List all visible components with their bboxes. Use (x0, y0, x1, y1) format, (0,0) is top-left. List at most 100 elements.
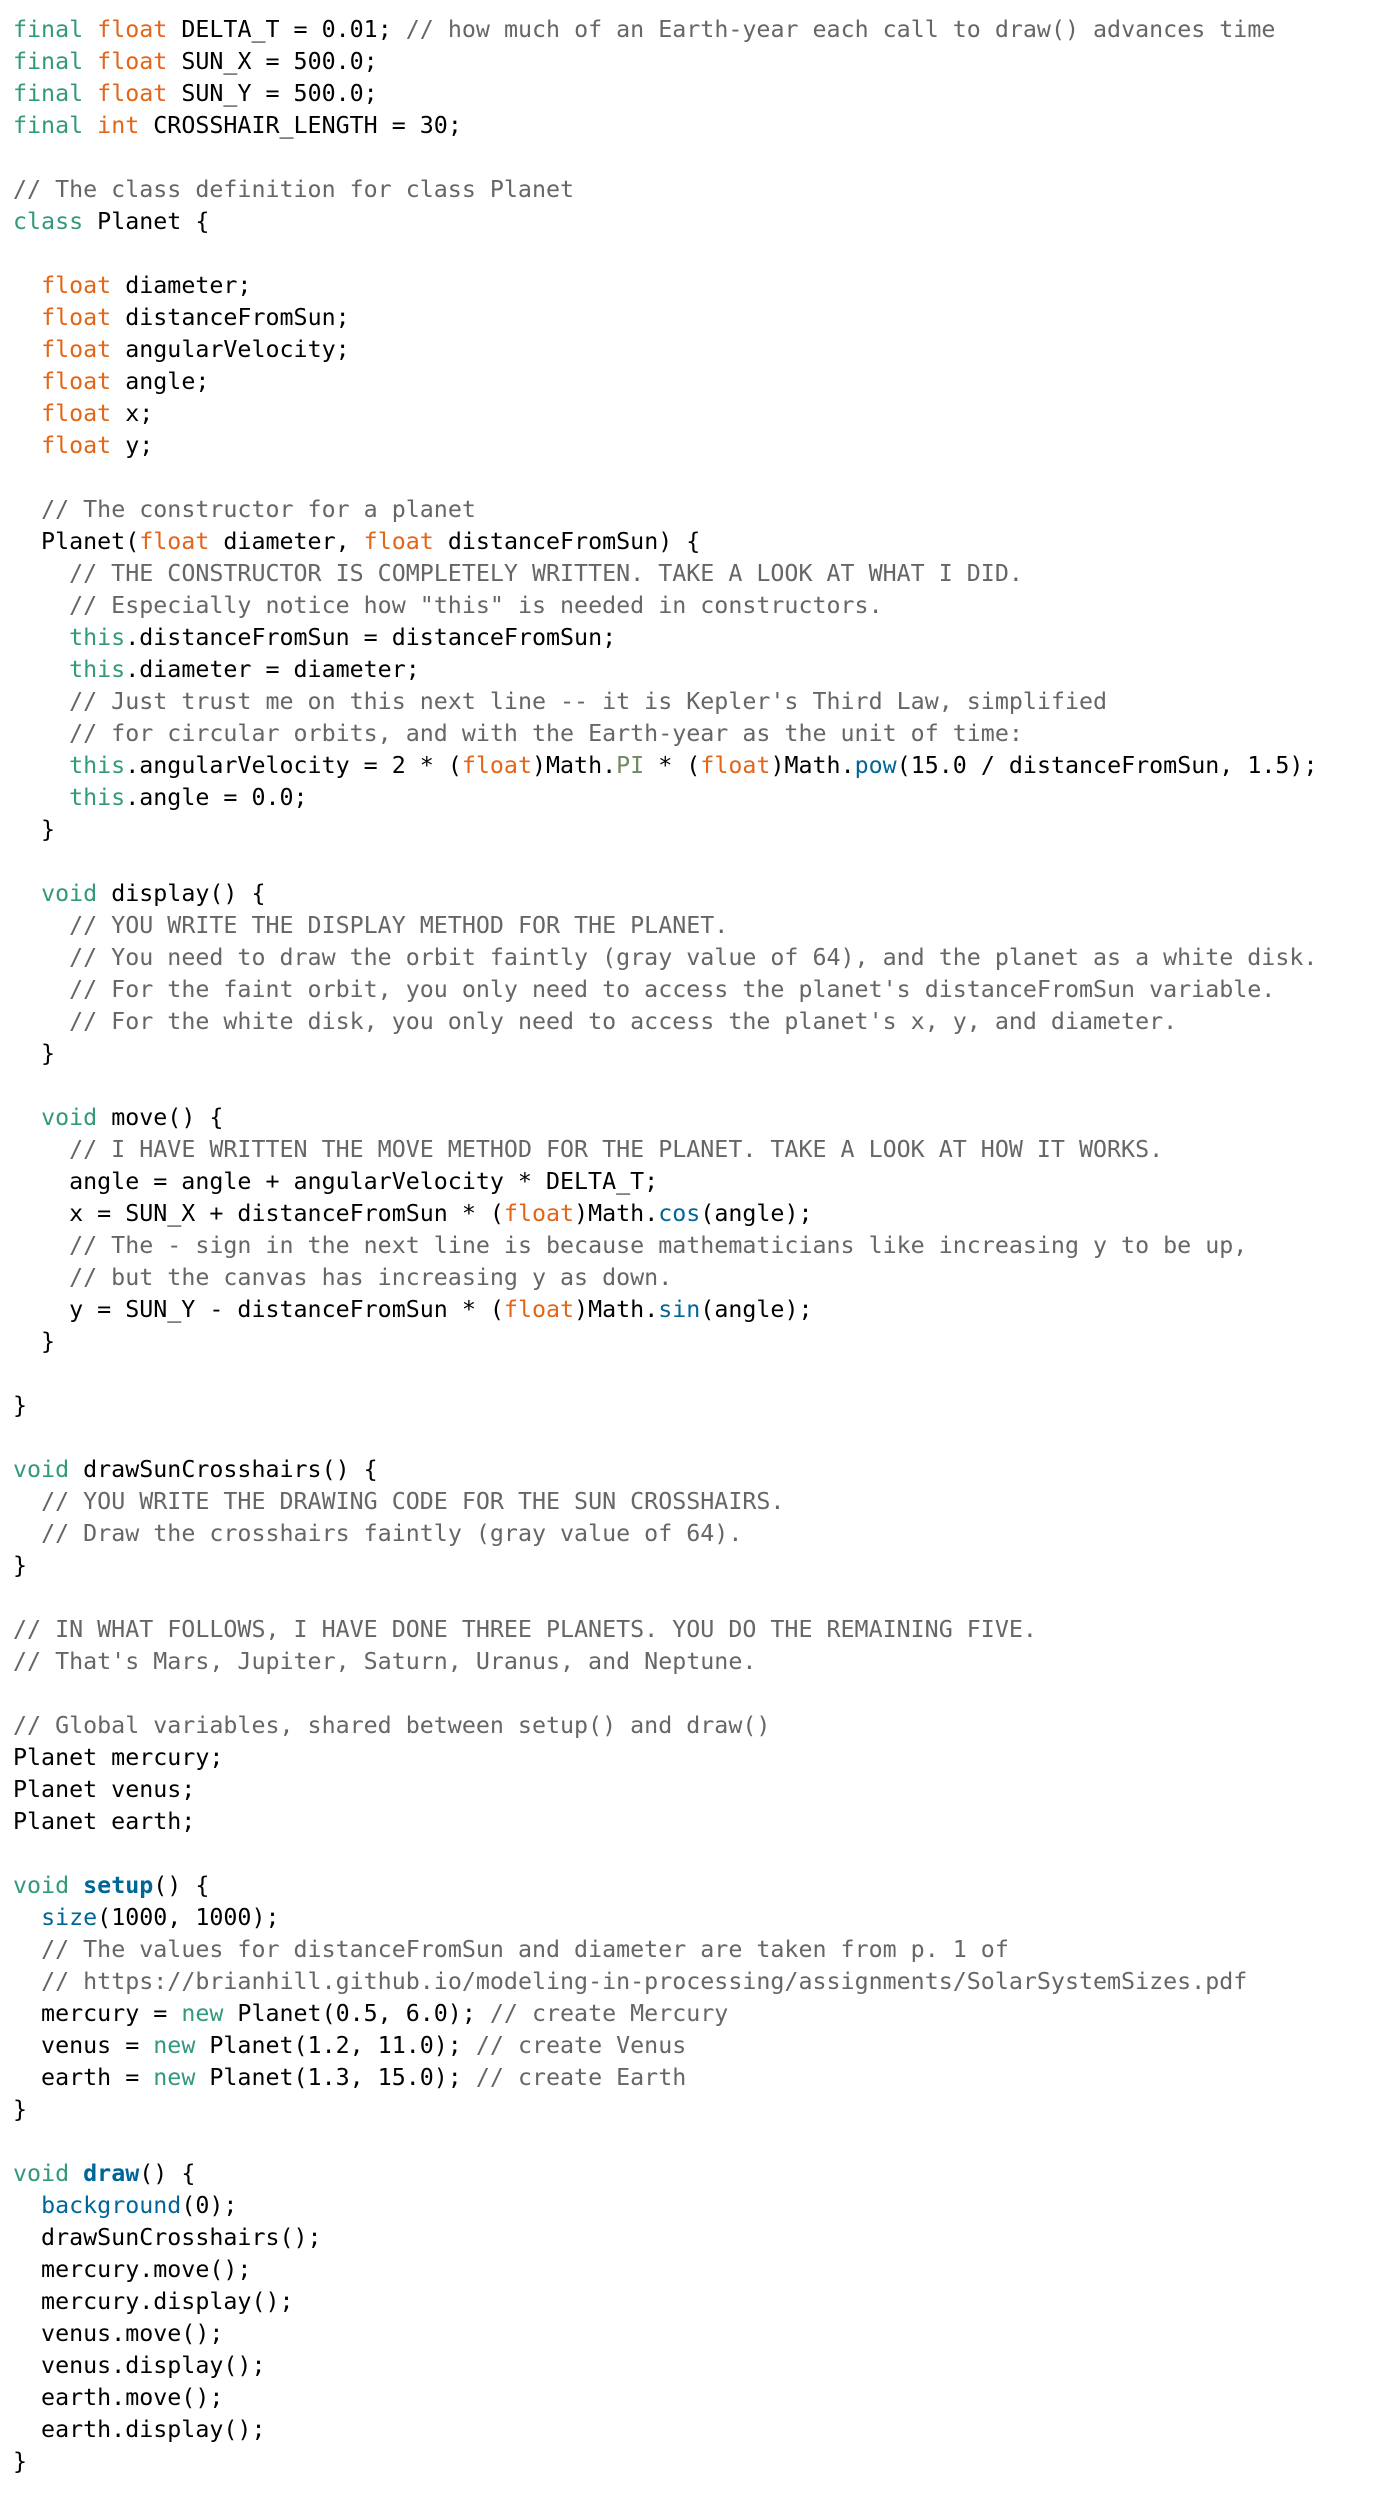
code-text: earth.display(); (13, 2416, 266, 2443)
keyword: this (69, 784, 126, 811)
type-keyword: float (503, 1200, 575, 1227)
type-keyword: float (363, 528, 434, 555)
code-line: Planet mercury; (13, 1742, 1317, 1774)
type-keyword: float (139, 528, 210, 555)
code-line: } (13, 814, 1317, 846)
code-line: // For the white disk, you only need to … (13, 1006, 1317, 1038)
builtin-constant: PI (616, 752, 645, 779)
code-text: } (13, 1328, 56, 1355)
code-line: drawSunCrosshairs(); (13, 2222, 1317, 2254)
code-text: (15.0 / distanceFromSun, 1.5); (896, 752, 1318, 779)
code-text: venus = (13, 2032, 154, 2059)
keyword: final (13, 48, 84, 75)
code-line: this.distanceFromSun = distanceFromSun; (13, 622, 1317, 654)
code-line: // Especially notice how "this" is neede… (13, 590, 1317, 622)
code-text: .angularVelocity = 2 * ( (125, 752, 462, 779)
code-text: distanceFromSun; (111, 304, 350, 331)
code-comment: // Draw the crosshairs faintly (gray val… (41, 1520, 743, 1547)
type-keyword: float (41, 368, 112, 395)
code-text: move() { (97, 1104, 224, 1131)
code-comment: // IN WHAT FOLLOWS, I HAVE DONE THREE PL… (13, 1616, 1037, 1643)
code-line: // The - sign in the next line is becaus… (13, 1230, 1317, 1262)
code-line: void draw() { (13, 2158, 1317, 2190)
code-line: final float SUN_Y = 500.0; (13, 78, 1317, 110)
code-comment: // Just trust me on this next line -- it… (69, 688, 1108, 715)
code-text: x; (111, 400, 154, 427)
code-line: class Planet { (13, 206, 1317, 238)
code-line: } (13, 1326, 1317, 1358)
code-text: Planet mercury; (13, 1744, 224, 1771)
code-line: // but the canvas has increasing y as do… (13, 1262, 1317, 1294)
type-keyword: float (41, 304, 112, 331)
code-text: } (13, 816, 56, 843)
code-text: DELTA_T = 0.01; (167, 16, 406, 43)
code-line: void move() { (13, 1102, 1317, 1134)
code-line: // You need to draw the orbit faintly (g… (13, 942, 1317, 974)
code-line: // The values for distanceFromSun and di… (13, 1934, 1317, 1966)
code-line: venus.display(); (13, 2350, 1317, 2382)
code-text: )Math. (574, 1296, 659, 1323)
keyword: void (41, 1104, 98, 1131)
code-line: void setup() { (13, 1870, 1317, 1902)
code-line: float distanceFromSun; (13, 302, 1317, 334)
type-keyword: float (41, 432, 112, 459)
code-line: mercury.display(); (13, 2286, 1317, 2318)
code-text: venus.display(); (13, 2352, 266, 2379)
code-line: // Just trust me on this next line -- it… (13, 686, 1317, 718)
code-line: float angle; (13, 366, 1317, 398)
builtin-function: cos (658, 1200, 701, 1227)
code-line: mercury.move(); (13, 2254, 1317, 2286)
code-comment: // The values for distanceFromSun and di… (41, 1936, 1009, 1963)
code-text: .distanceFromSun = distanceFromSun; (125, 624, 617, 651)
code-text: Planet(1.2, 11.0); (195, 2032, 476, 2059)
code-comment: // create Venus (475, 2032, 687, 2059)
code-text: diameter, (209, 528, 364, 555)
code-line: // THE CONSTRUCTOR IS COMPLETELY WRITTEN… (13, 558, 1317, 590)
code-line: float angularVelocity; (13, 334, 1317, 366)
code-text: earth = (13, 2064, 154, 2091)
keyword: void (13, 1872, 70, 1899)
type-keyword: float (97, 80, 168, 107)
code-text: * ( (644, 752, 701, 779)
code-text: } (13, 1552, 28, 1579)
builtin-function: pow (854, 752, 897, 779)
code-line: venus = new Planet(1.2, 11.0); // create… (13, 2030, 1317, 2062)
code-text: (angle); (700, 1200, 813, 1227)
code-text: (0); (181, 2192, 238, 2219)
code-comment: // The constructor for a planet (41, 496, 476, 523)
code-comment: // create Mercury (489, 2000, 729, 2027)
code-line: x = SUN_X + distanceFromSun * (float)Mat… (13, 1198, 1317, 1230)
code-line: Planet(float diameter, float distanceFro… (13, 526, 1317, 558)
type-keyword: float (97, 48, 168, 75)
code-line: earth.move(); (13, 2382, 1317, 2414)
code-line: Planet venus; (13, 1774, 1317, 1806)
code-text: y = SUN_Y - distanceFromSun * ( (13, 1296, 504, 1323)
keyword: this (69, 752, 126, 779)
code-comment: // That's Mars, Jupiter, Saturn, Uranus,… (13, 1648, 757, 1675)
type-keyword: float (41, 400, 112, 427)
code-text: (angle); (700, 1296, 813, 1323)
code-line: // YOU WRITE THE DISPLAY METHOD FOR THE … (13, 910, 1317, 942)
code-text: distanceFromSun) { (433, 528, 701, 555)
type-keyword: int (97, 112, 140, 139)
code-text: .angle = 0.0; (125, 784, 308, 811)
code-line: // Draw the crosshairs faintly (gray val… (13, 1518, 1317, 1550)
